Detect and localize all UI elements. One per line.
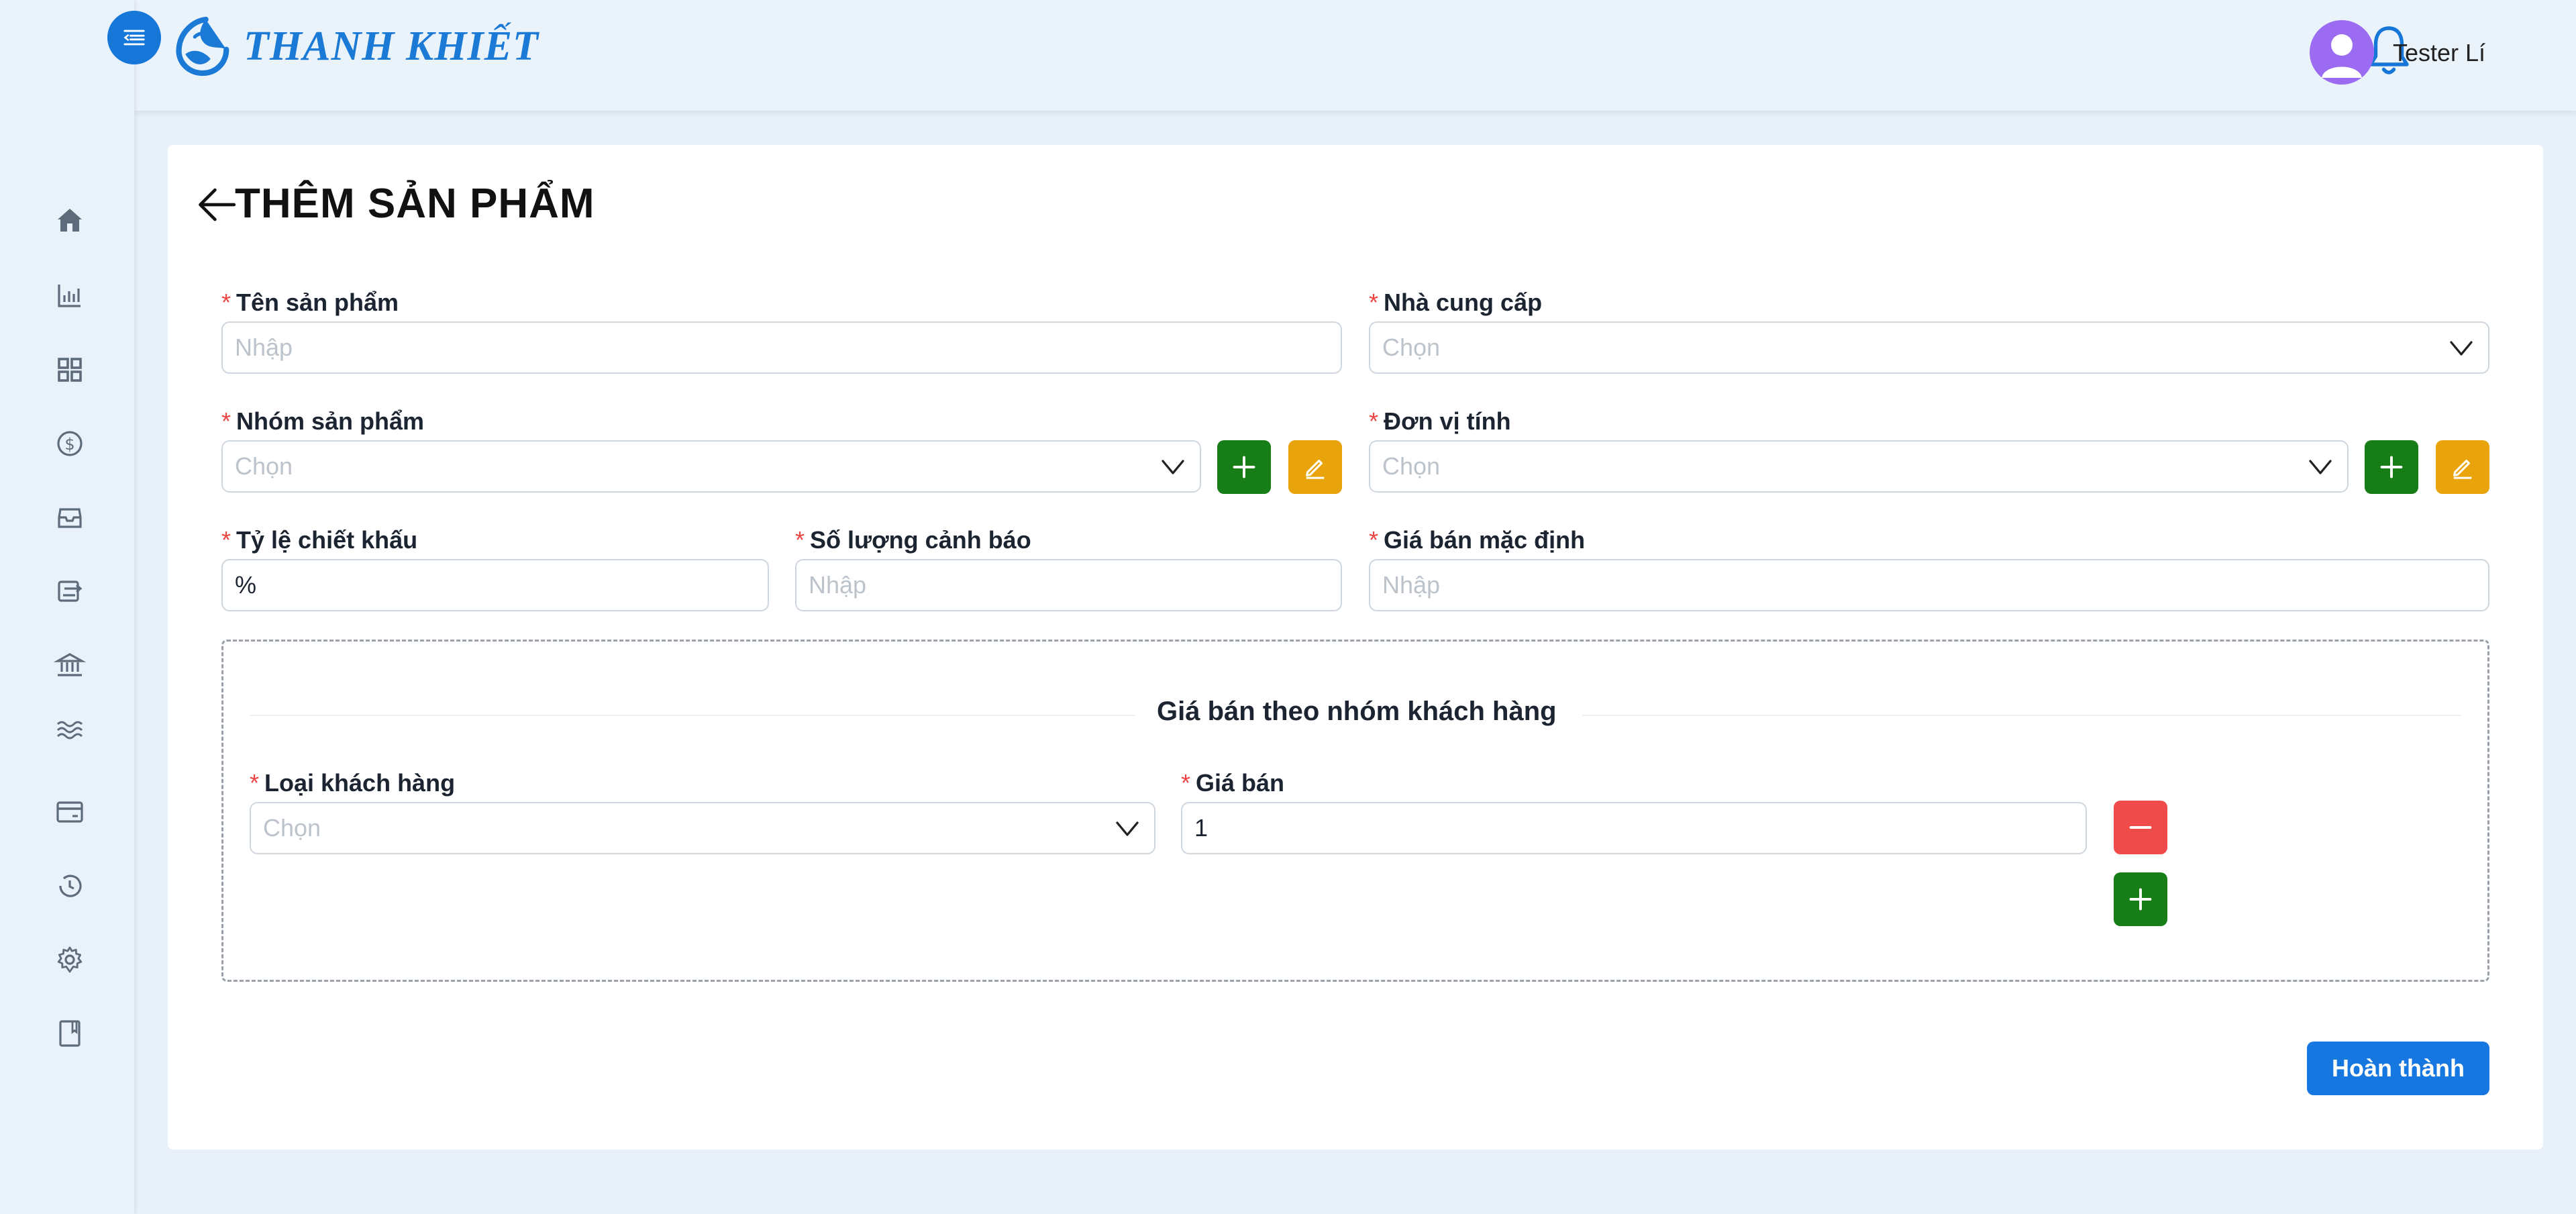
- water-drop-logo-icon: [176, 16, 229, 77]
- home-icon[interactable]: [54, 205, 86, 237]
- book-icon[interactable]: [54, 1017, 86, 1050]
- divider: [250, 715, 1135, 716]
- bar-chart-icon[interactable]: [54, 279, 86, 311]
- plus-icon: [1233, 456, 1255, 478]
- avatar[interactable]: [2310, 20, 2374, 85]
- unit-label: * Đơn vị tính: [1369, 407, 1511, 435]
- add-product-group-button[interactable]: [1217, 440, 1271, 494]
- chevron-down-icon: [2450, 341, 2473, 356]
- product-group-select[interactable]: Chọn: [221, 440, 1201, 493]
- back-arrow-icon[interactable]: [196, 185, 238, 224]
- warning-qty-input[interactable]: Nhập: [795, 559, 1342, 611]
- page-title: THÊM SẢN PHẨM: [235, 181, 595, 227]
- add-product-card: THÊM SẢN PHẨM * Tên sản phẩm Nhập * Nhà cu…: [168, 145, 2543, 1150]
- supplier-select[interactable]: Chọn: [1369, 321, 2489, 374]
- discount-rate-input[interactable]: %: [221, 559, 769, 611]
- edit-icon: [1306, 459, 1325, 479]
- chevron-down-icon: [2309, 460, 2332, 474]
- grid-icon[interactable]: [54, 354, 86, 386]
- edit-product-group-button[interactable]: [1288, 440, 1342, 494]
- price-label: * Giá bán: [1181, 769, 1285, 797]
- customer-type-label: * Loại khách hàng: [250, 769, 456, 797]
- sidebar: $: [0, 0, 134, 1214]
- inbox-icon[interactable]: [54, 501, 86, 534]
- plus-icon: [2129, 888, 2152, 911]
- default-price-input[interactable]: Nhập: [1369, 559, 2489, 611]
- add-unit-button[interactable]: [2365, 440, 2418, 494]
- unit-select[interactable]: Chọn: [1369, 440, 2349, 493]
- chevron-down-icon: [1116, 821, 1139, 836]
- transfer-icon[interactable]: [54, 575, 86, 607]
- user-name[interactable]: Tester Lí: [2393, 39, 2485, 67]
- brand-name: THANH KHIẾT: [244, 23, 539, 69]
- plus-icon: [2380, 456, 2403, 478]
- menu-toggle-button[interactable]: [107, 11, 161, 64]
- history-icon[interactable]: [54, 870, 86, 902]
- waves-icon[interactable]: [54, 713, 86, 746]
- edit-icon: [2453, 459, 2472, 479]
- edit-unit-button[interactable]: [2436, 440, 2489, 494]
- warning-qty-label: * Số lượng cảnh báo: [795, 526, 1031, 554]
- card-icon[interactable]: [54, 796, 86, 828]
- divider: [1582, 715, 2461, 716]
- customer-type-select[interactable]: Chọn: [250, 802, 1155, 854]
- supplier-label: * Nhà cung cấp: [1369, 289, 1543, 316]
- brand-logo[interactable]: THANH KHIẾT: [171, 15, 539, 78]
- group-pricing-title: Giá bán theo nhóm khách hàng: [1157, 697, 1557, 726]
- complete-button[interactable]: Hoàn thành: [2307, 1042, 2489, 1095]
- discount-rate-label: * Tỷ lệ chiết khấu: [221, 526, 418, 554]
- settings-icon[interactable]: [54, 944, 86, 976]
- default-price-label: * Giá bán mặc định: [1369, 526, 1586, 554]
- price-input[interactable]: 1: [1181, 802, 2087, 854]
- chevron-down-icon: [1162, 460, 1184, 474]
- product-name-label: * Tên sản phẩm: [221, 289, 399, 316]
- dollar-icon[interactable]: $: [54, 427, 86, 460]
- menu-icon: [123, 30, 145, 46]
- add-price-row-button[interactable]: [2114, 872, 2167, 926]
- product-group-label: * Nhóm sản phẩm: [221, 407, 425, 435]
- user-icon: [2322, 34, 2362, 78]
- minus-icon: [2129, 826, 2152, 829]
- svg-text:$: $: [64, 435, 74, 454]
- bank-icon[interactable]: [54, 649, 86, 681]
- product-name-input[interactable]: Nhập: [221, 321, 1342, 374]
- remove-price-row-button[interactable]: [2114, 801, 2167, 854]
